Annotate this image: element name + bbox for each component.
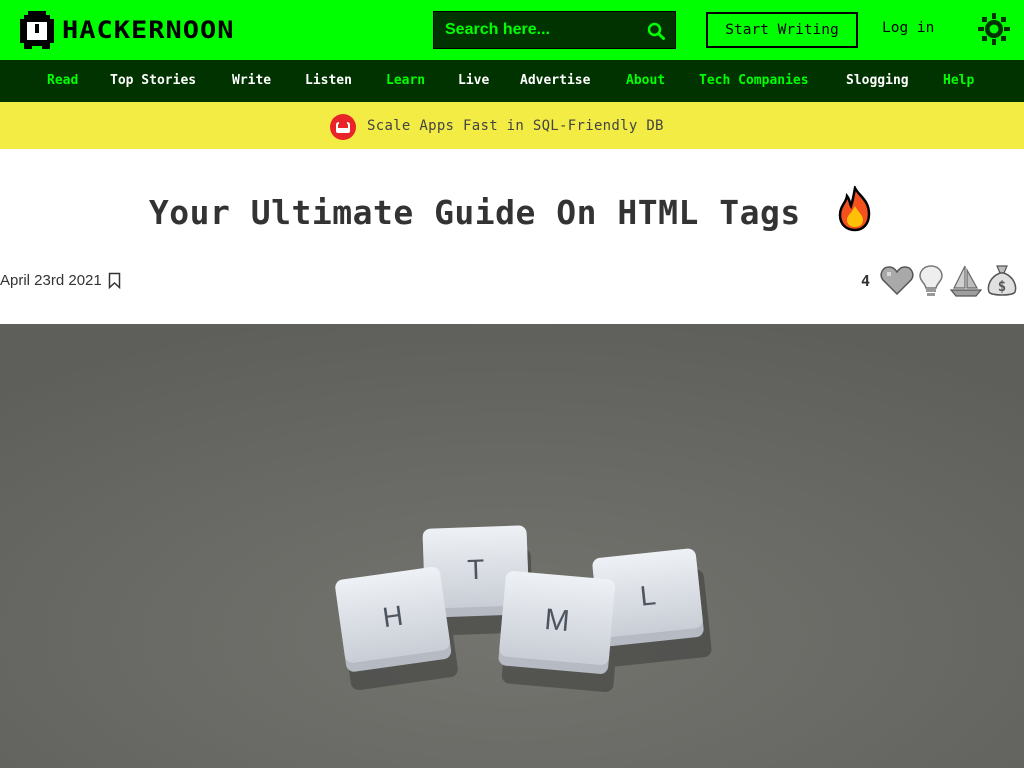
brand-name: HACKERNOON [62,16,235,44]
key-letter-t: T [467,554,485,586]
boat-icon[interactable] [950,264,982,298]
fire-emoji-icon [838,186,871,232]
nav-item-advertise[interactable]: Advertise [520,73,590,88]
hero-image: T L H M [0,324,1024,768]
nav-item-live[interactable]: Live [458,73,489,88]
top-bar: HACKERNOON Start Writing Log in [0,0,1024,60]
nav-item-help[interactable]: Help [943,73,974,88]
hackernoon-logo-icon [20,11,54,49]
search-input[interactable] [443,20,637,40]
article-title: Your Ultimate Guide On HTML Tags [0,186,1024,232]
hackernoon-logo[interactable]: HACKERNOON [20,10,235,50]
key-letter-h: H [381,600,405,634]
key-letter-l: L [638,579,657,611]
sponsor-banner[interactable]: Scale Apps Fast in SQL-Friendly DB [0,102,1024,149]
nav-item-slogging[interactable]: Slogging [846,73,909,88]
nav-item-about[interactable]: About [626,73,665,88]
heart-icon[interactable] [880,264,914,298]
search-box[interactable] [433,11,676,49]
money-bag-icon[interactable]: $ [986,264,1018,298]
start-writing-button[interactable]: Start Writing [706,12,858,48]
nav-item-write[interactable]: Write [232,73,271,88]
bookmark-icon[interactable] [108,272,121,289]
couchbase-logo-icon [330,114,356,140]
nav-item-listen[interactable]: Listen [305,73,352,88]
sun-icon[interactable] [978,13,1010,45]
article-title-text: Your Ultimate Guide On HTML Tags [148,193,801,232]
reaction-count: 4 [861,272,871,290]
nav-item-tech-companies[interactable]: Tech Companies [699,73,809,88]
login-link[interactable]: Log in [882,20,934,36]
article-date: April 23rd 2021 [0,272,102,289]
nav-item-read[interactable]: Read [47,73,78,88]
hero-image-illustration: T L H M [0,324,1024,768]
sponsor-text: Scale Apps Fast in SQL-Friendly DB [367,118,664,134]
nav-item-learn[interactable]: Learn [386,73,425,88]
svg-text:$: $ [998,279,1006,295]
nav-item-top-stories[interactable]: Top Stories [110,73,196,88]
main-nav: Read Top Stories Write Listen Learn Live… [0,60,1024,102]
search-icon[interactable] [647,22,665,40]
key-letter-m: M [543,603,571,638]
lightbulb-icon[interactable] [918,264,944,298]
